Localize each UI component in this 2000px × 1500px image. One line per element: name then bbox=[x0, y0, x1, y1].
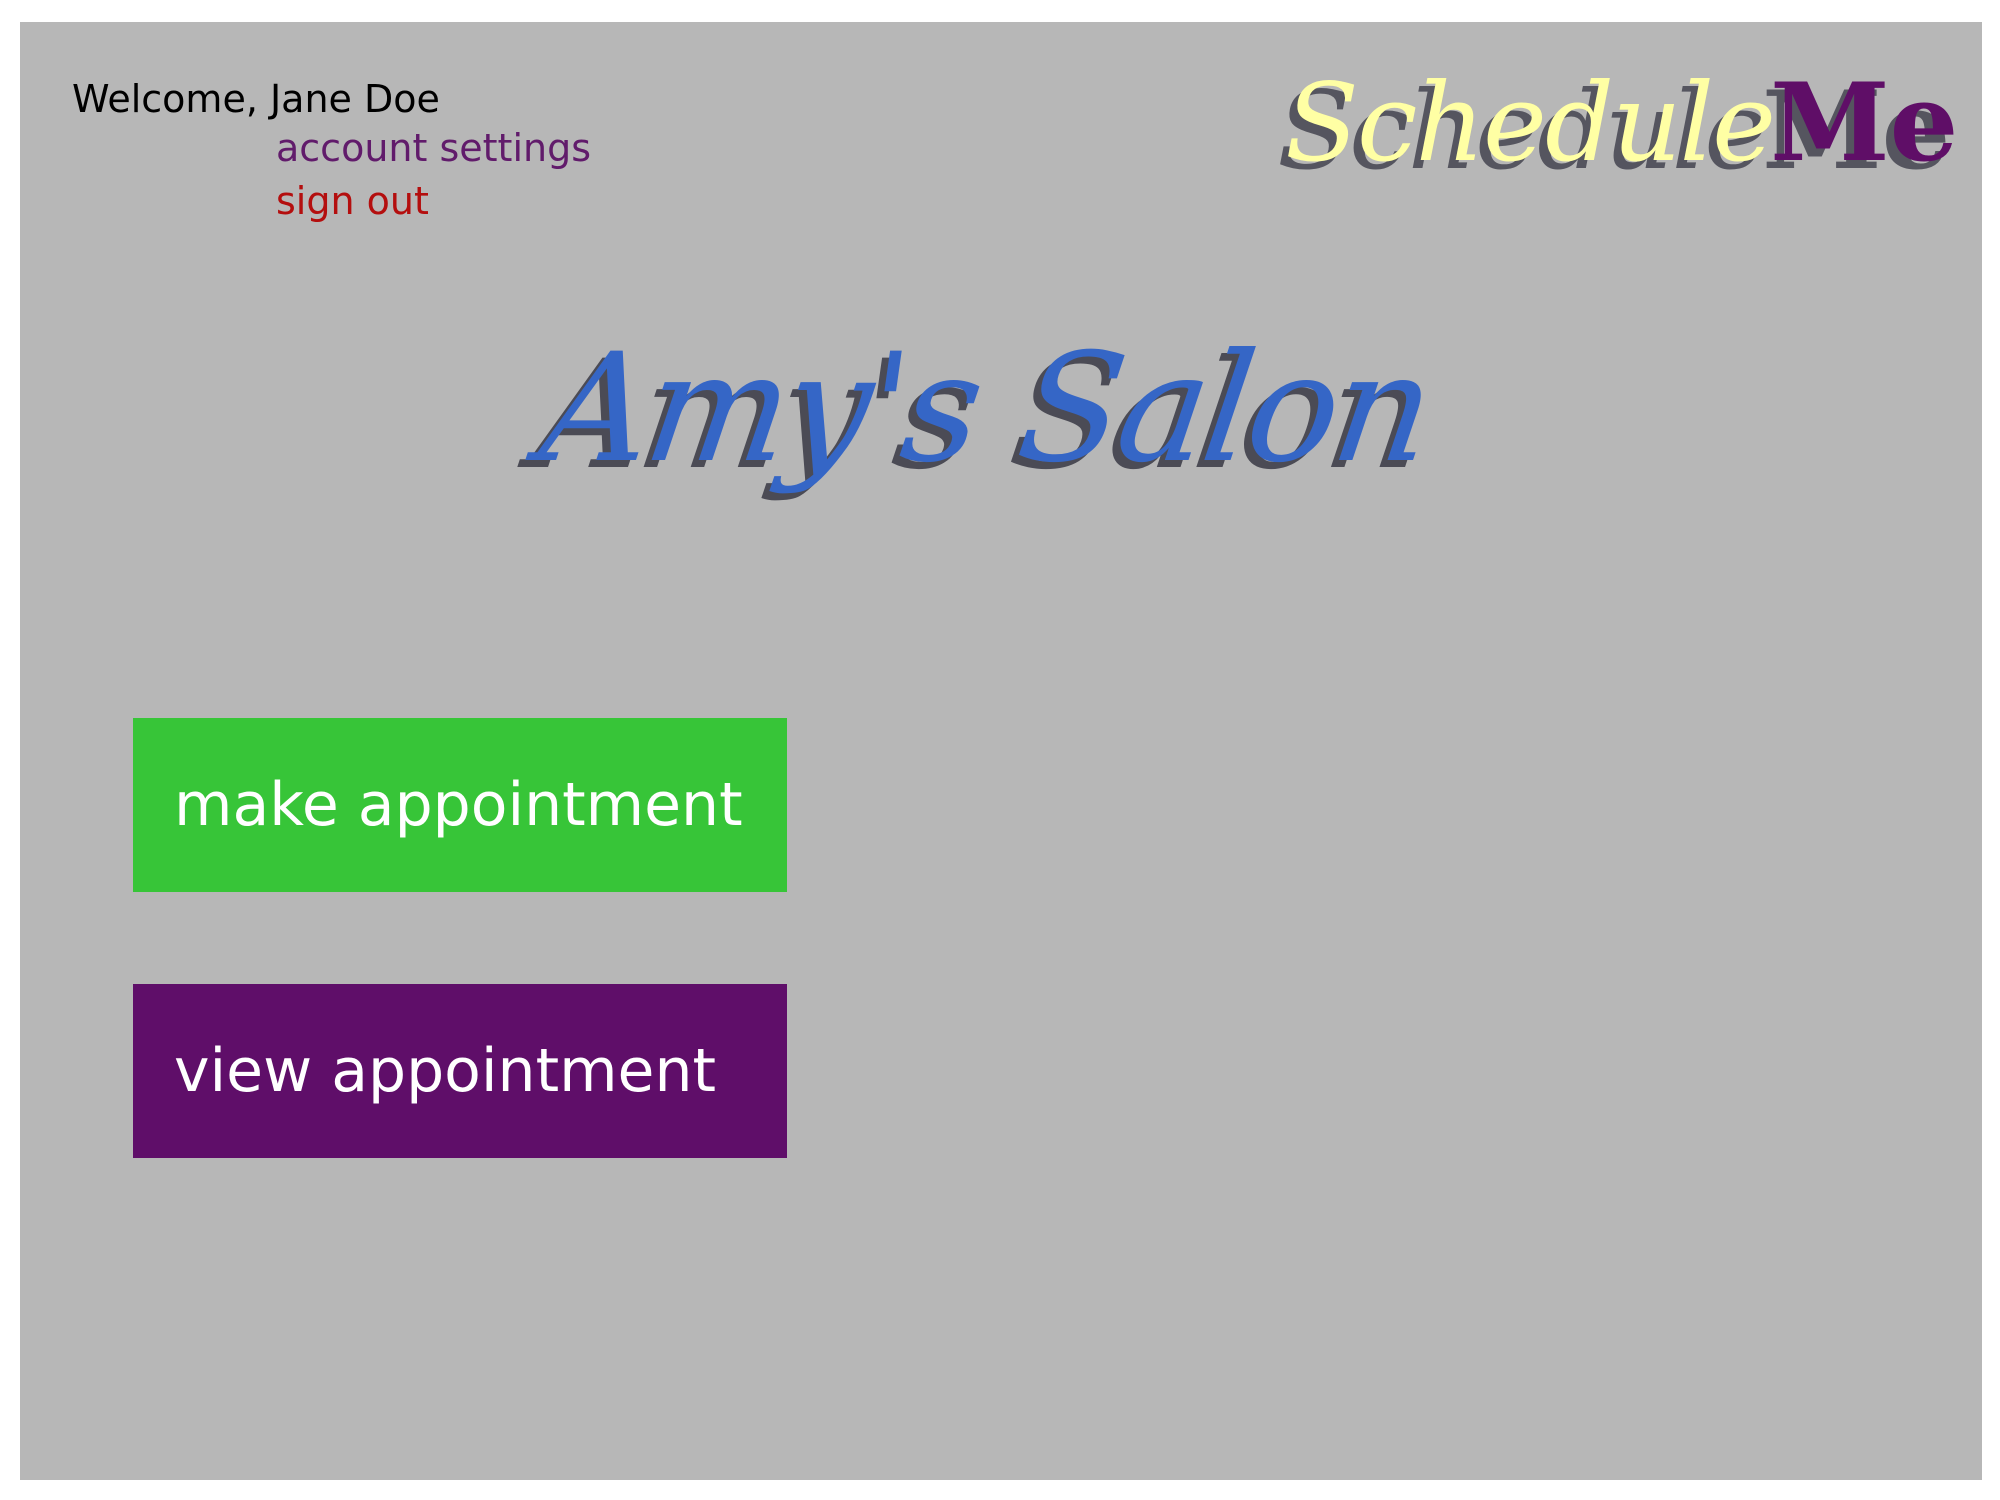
user-greeting: Welcome, Jane Doe bbox=[72, 72, 440, 126]
welcome-text: Welcome, Jane Doe bbox=[72, 77, 440, 121]
brand-logo-schedule: Schedule bbox=[1285, 61, 1776, 186]
make-appointment-label: make appointment bbox=[174, 770, 743, 840]
view-appointment-button[interactable]: view appointment bbox=[133, 984, 787, 1158]
sign-out-link[interactable]: sign out bbox=[276, 179, 429, 223]
app-screen: Welcome, Jane Doe account settings sign … bbox=[20, 22, 1982, 1480]
view-appointment-label: view appointment bbox=[174, 1036, 717, 1106]
brand-logo-me: Me bbox=[1770, 60, 1959, 186]
make-appointment-button[interactable]: make appointment bbox=[133, 718, 787, 892]
account-settings-link[interactable]: account settings bbox=[276, 126, 591, 170]
business-title: Amy's Salon bbox=[531, 322, 1441, 496]
brand-logo: ScheduleMe bbox=[1285, 60, 1985, 200]
